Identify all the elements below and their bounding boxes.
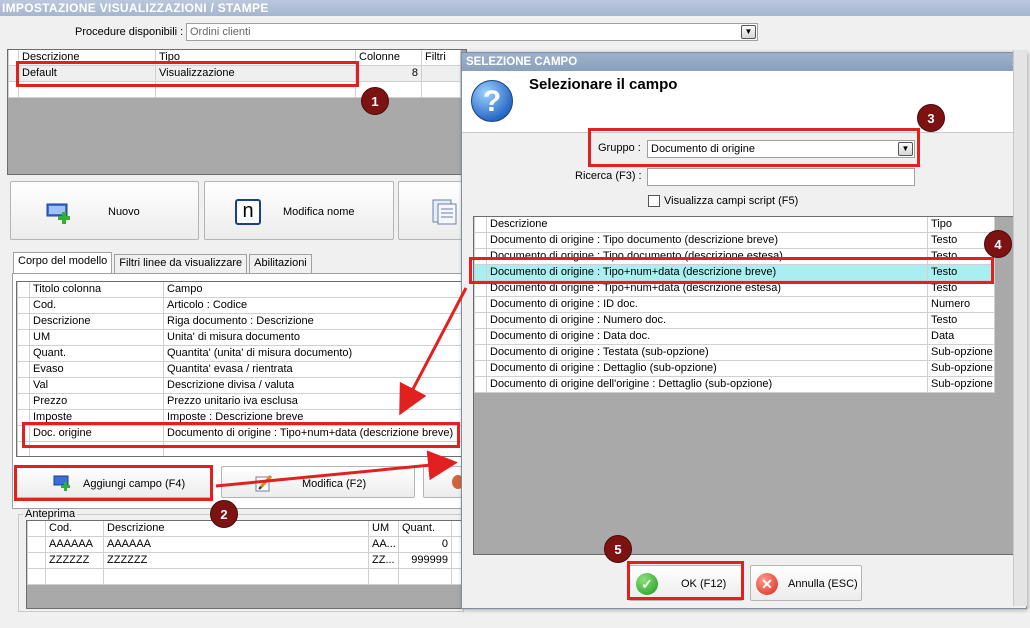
- step-badge-2: 2: [210, 500, 238, 528]
- highlight-default-row: [16, 61, 359, 87]
- highlight-selected-field: [469, 257, 994, 284]
- annotation-arrows: [215, 287, 468, 488]
- step-badge-5: 5: [604, 535, 632, 563]
- highlight-doc-origine-row: [22, 422, 460, 448]
- step-badge-1: 1: [361, 87, 389, 115]
- highlight-ok-button: [627, 561, 744, 600]
- arrow-to-doc-origine: [399, 287, 468, 416]
- step-badge-4: 4: [984, 230, 1012, 258]
- highlight-aggiungi-button: [14, 465, 213, 501]
- step-badge-3: 3: [917, 104, 945, 132]
- arrow-to-dialog: [215, 450, 458, 488]
- highlight-gruppo: [588, 128, 920, 167]
